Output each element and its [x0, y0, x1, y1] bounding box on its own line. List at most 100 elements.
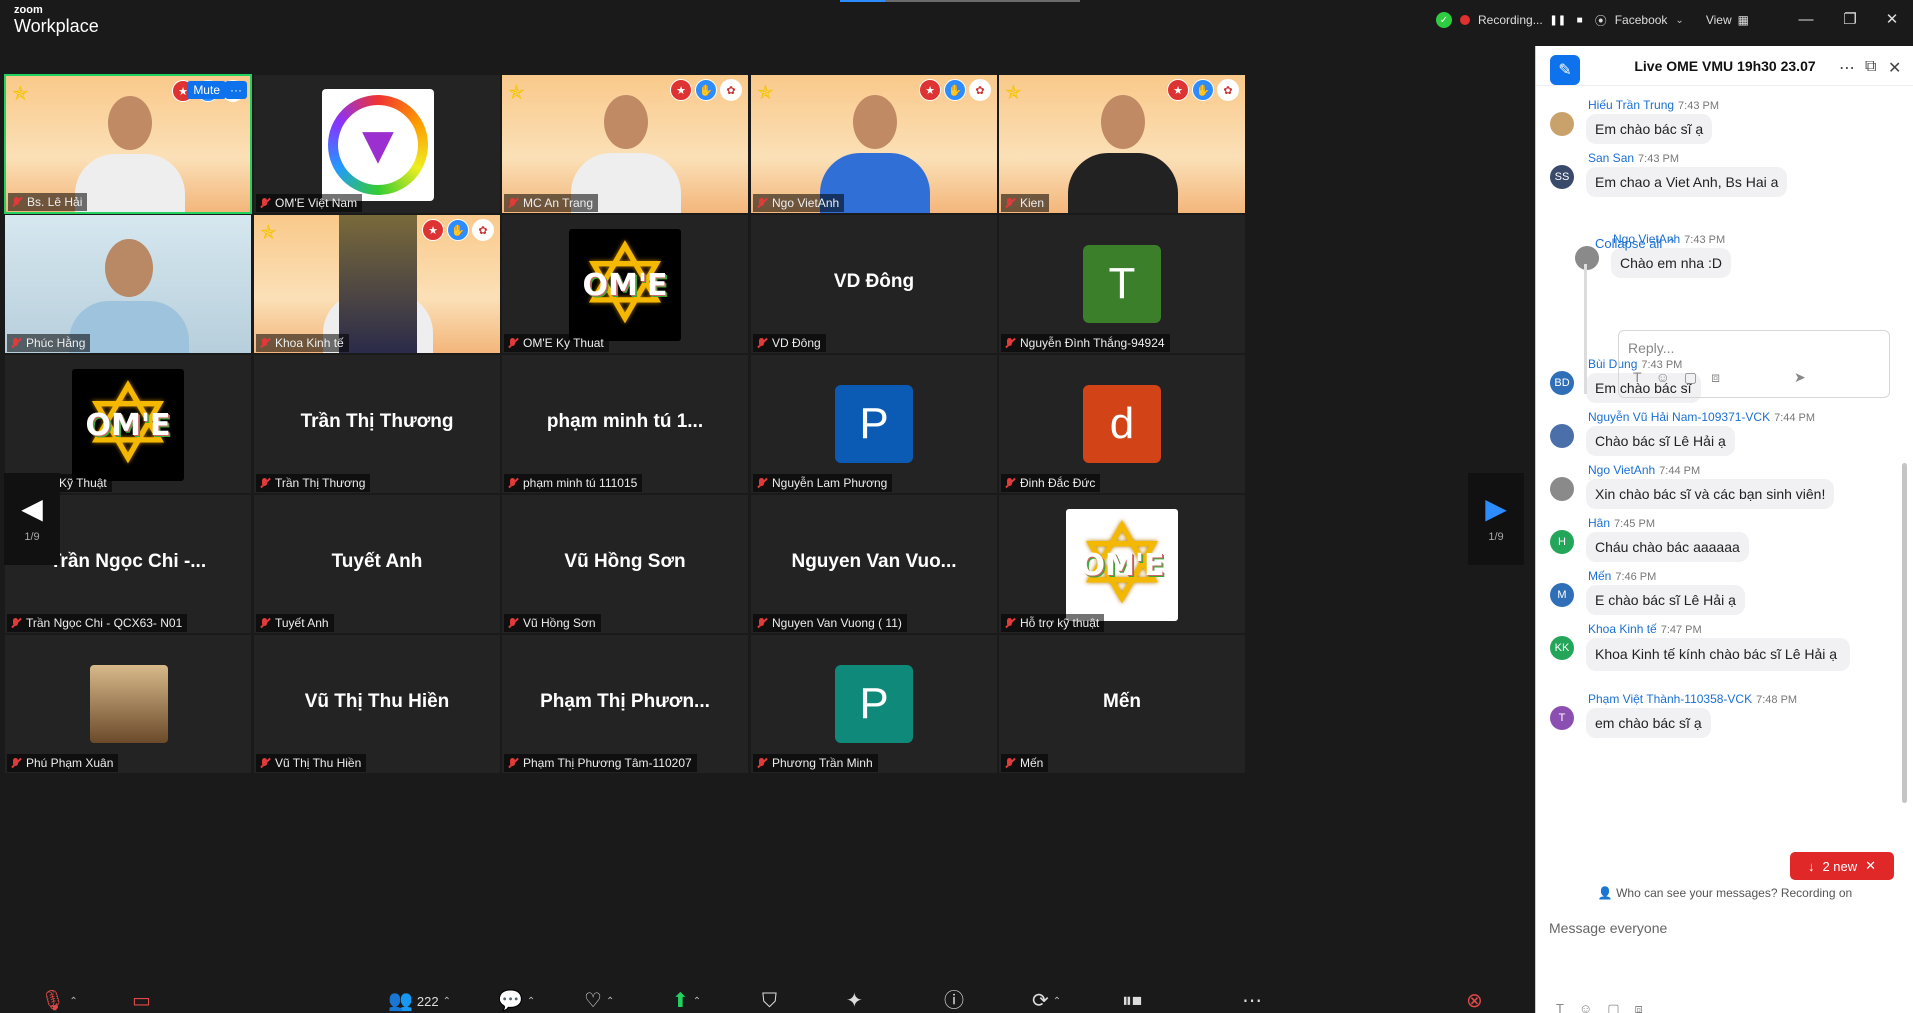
mic-muted-icon	[507, 337, 519, 349]
sender-avatar[interactable]: M	[1550, 583, 1574, 607]
video-tile[interactable]: phạm minh tú 1... phạm minh tú 111015	[501, 354, 749, 494]
send-icon[interactable]: ➤	[1794, 369, 1806, 386]
sender-name[interactable]: Khoa Kinh tế	[1588, 622, 1657, 636]
chevron-up-icon[interactable]: ⌃	[606, 996, 614, 1007]
chat-message-list[interactable]: Hiếu Trần Trung 7:43 PM Em chào bác sĩ ạ SS…	[1536, 98, 1901, 938]
screenshot-icon[interactable]: ⧈	[1635, 1001, 1643, 1013]
chevron-up-icon[interactable]: ⌃	[693, 996, 701, 1007]
sender-name[interactable]: Phạm Việt Thành-110358-VCK	[1588, 692, 1752, 706]
text-format-icon[interactable]: T	[1556, 1001, 1564, 1013]
thread-reply-input[interactable]: Reply... T ☺ ▢ ⧈ ➤	[1618, 330, 1890, 398]
recording-status[interactable]: ✓ Recording... ❚❚ ■ ⦿ Facebook ⌄ View ▦	[1436, 9, 1749, 31]
video-tile[interactable]: ✯ ★ ✋ ✿ Ngo VietAnh	[750, 74, 998, 214]
video-tile[interactable]: Vũ Thị Thu Hiền Vũ Thị Thu Hiền	[253, 634, 501, 774]
video-tile[interactable]: Mến Mến	[998, 634, 1246, 774]
sender-name[interactable]: Hân	[1588, 516, 1610, 530]
video-tile[interactable]: P Nguyễn Lam Phương	[750, 354, 998, 494]
video-tile[interactable]: T Nguyễn Đình Thắng-94924	[998, 214, 1246, 354]
sender-name[interactable]: Hiếu Trần Trung	[1588, 98, 1674, 112]
video-tile[interactable]: P Phương Trần Minh	[750, 634, 998, 774]
file-icon[interactable]: ▢	[1684, 369, 1697, 386]
hand-logo-icon: ✋	[944, 79, 966, 101]
sender-avatar[interactable]	[1550, 477, 1574, 501]
video-tile[interactable]: Nguyen Van Vuo... Nguyen Van Vuong ( 11)	[750, 494, 998, 634]
video-tile[interactable]: Trần Thị Thương Trần Thị Thương	[253, 354, 501, 494]
video-tile[interactable]: ✯★✋✿Phúc Hằng	[4, 214, 252, 354]
minimize-icon[interactable]: —	[1796, 10, 1816, 30]
ai-companion-button[interactable]: ✦	[846, 990, 863, 1012]
info-button[interactable]: ⓘ	[944, 990, 964, 1012]
unmute-button[interactable]: 🎙 ⌃	[40, 990, 78, 1012]
chat-scrollbar[interactable]	[1902, 463, 1907, 803]
leave-button[interactable]: ⊗	[1466, 990, 1483, 1012]
file-icon[interactable]: ▢	[1607, 1001, 1619, 1013]
emoji-icon[interactable]: ☺	[1579, 1001, 1592, 1013]
video-tile[interactable]: ✯ ★ ✋ ✿ MC An Trang	[501, 74, 749, 214]
previous-page-button[interactable]: ◀ 1/9	[4, 473, 60, 565]
sender-avatar[interactable]: H	[1550, 530, 1574, 554]
sender-name[interactable]: San San	[1588, 151, 1634, 165]
sender-avatar[interactable]: KK	[1550, 636, 1574, 660]
more-options-icon[interactable]: ⋯	[1839, 58, 1855, 78]
close-chat-icon[interactable]: ✕	[1888, 58, 1901, 78]
video-tile[interactable]: ✡ OM'E OM'E Ky Thuat	[501, 214, 749, 354]
mute-participant-button[interactable]: Mute	[187, 81, 226, 99]
video-tile[interactable]: ▼ OM'E Việt Nam	[253, 74, 501, 214]
video-tile[interactable]: ✯ ★ ✋ ✿ Khoa Kinh tế	[253, 214, 501, 354]
participants-button[interactable]: 👥 222 ⌃	[388, 990, 451, 1012]
chevron-down-icon[interactable]: ⌄	[1675, 15, 1683, 26]
view-menu-button[interactable]: View ▦	[1706, 13, 1749, 27]
message-time: 7:44 PM	[1659, 465, 1701, 477]
sender-avatar[interactable]	[1550, 112, 1574, 136]
sender-avatar[interactable]	[1550, 424, 1574, 448]
start-video-button[interactable]: ▭	[132, 990, 151, 1012]
chevron-up-icon[interactable]: ⌃	[1053, 996, 1061, 1007]
chat-button[interactable]: 💬 ⌃	[498, 990, 535, 1012]
message-time: 7:46 PM	[1615, 571, 1657, 583]
sender-avatar[interactable]: SS	[1550, 165, 1574, 189]
video-tile[interactable]: VD Đông VD Đông	[750, 214, 998, 354]
reactions-button[interactable]: ♡ ⌃	[584, 990, 614, 1012]
video-tile[interactable]: ✡ OM'E Hỗ trợ kỹ thuật	[998, 494, 1246, 634]
chevron-up-icon[interactable]: ⌃	[69, 996, 77, 1007]
new-messages-button[interactable]: ↓ 2 new ✕	[1790, 852, 1894, 880]
next-page-button[interactable]: ▶ 1/9	[1468, 473, 1524, 565]
sender-name[interactable]: Nguyễn Vũ Hải Nam-109371-VCK	[1588, 410, 1770, 424]
security-button[interactable]: ⛉	[762, 990, 777, 1012]
sender-avatar[interactable]: T	[1550, 706, 1574, 730]
share-button[interactable]: ⬆ ⌃	[672, 990, 701, 1012]
emoji-icon[interactable]: ☺	[1656, 369, 1670, 386]
screenshot-icon[interactable]: ⧈	[1711, 369, 1720, 386]
message-meta: Mến 7:46 PM	[1588, 569, 1656, 583]
sender-name[interactable]: Ngo VietAnh	[1588, 463, 1655, 477]
message-input[interactable]: Message everyone	[1549, 920, 1667, 936]
avatar-letter: d	[1083, 385, 1161, 463]
pause-recording-icon[interactable]: ❚❚	[1549, 13, 1566, 27]
stop-recording-icon[interactable]: ■	[1573, 13, 1587, 27]
chevron-up-icon[interactable]: ⌃	[443, 996, 451, 1007]
close-window-icon[interactable]: ✕	[1882, 10, 1902, 30]
apps-button[interactable]: ⟳ ⌃	[1032, 990, 1061, 1012]
video-tile[interactable]: Tuyết Anh Tuyết Anh	[253, 494, 501, 634]
dismiss-icon[interactable]: ✕	[1865, 858, 1876, 874]
participant-more-button[interactable]: ···	[225, 81, 247, 99]
restore-icon[interactable]: ❐	[1840, 10, 1860, 30]
sender-avatar[interactable]: BD	[1550, 371, 1574, 395]
collapse-all-link[interactable]: Collapse all ⌃	[1595, 236, 1677, 252]
video-tile[interactable]: Phạm Thị Phươn... Phạm Thị Phương Tâm-110…	[501, 634, 749, 774]
more-button[interactable]: ⋯	[1242, 990, 1262, 1012]
pop-out-icon[interactable]: ⧉	[1865, 58, 1876, 76]
video-tile[interactable]: d Đinh Đắc Đức	[998, 354, 1246, 494]
video-tile[interactable]: Phú Phạm Xuân	[4, 634, 252, 774]
stream-label[interactable]: Facebook	[1615, 13, 1668, 27]
participant-name-label: phạm minh tú 111015	[504, 474, 643, 492]
sender-name[interactable]: Mến	[1588, 569, 1611, 583]
chevron-up-icon[interactable]: ⌃	[527, 996, 535, 1007]
arrow-left-icon: ◀	[21, 493, 43, 524]
text-format-icon[interactable]: T	[1633, 369, 1642, 386]
who-can-see-link[interactable]: 👤 Who can see your messages? Recording o…	[1536, 886, 1913, 900]
recording-controls-button[interactable]: ⏸⏹	[1122, 990, 1142, 1012]
video-tile[interactable]: ✯ ★ ✋ ✿ Kien	[998, 74, 1246, 214]
video-tile[interactable]: ✯★✋✿Mute···Bs. Lê Hải	[4, 74, 252, 214]
video-tile[interactable]: Vũ Hồng Sơn Vũ Hồng Sơn	[501, 494, 749, 634]
